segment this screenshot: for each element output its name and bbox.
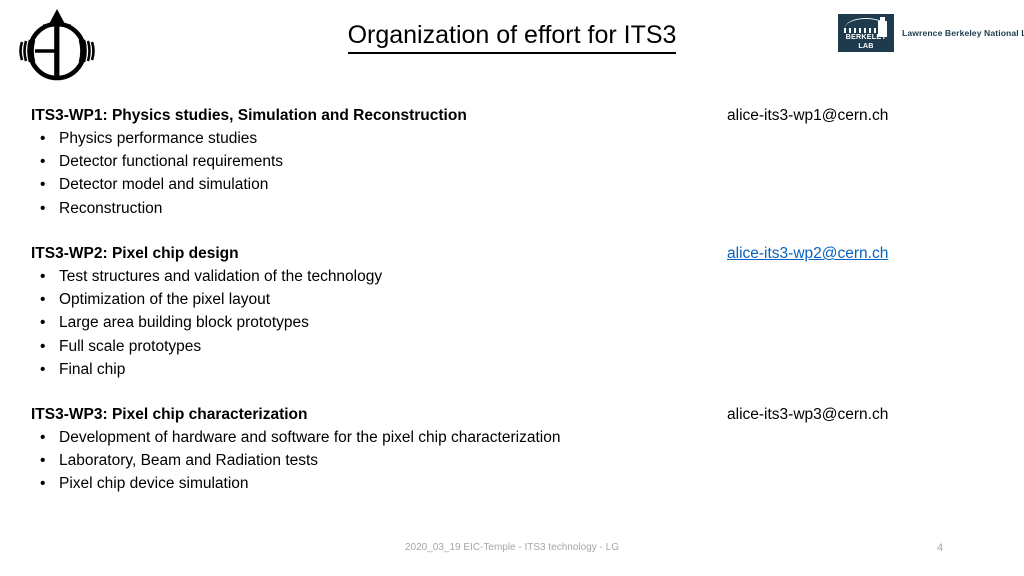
wp3-bullet-list: • Development of hardware and software fo…	[31, 426, 991, 496]
list-item-label: Detector model and simulation	[59, 176, 269, 194]
list-item: • Physics performance studies	[31, 127, 991, 150]
work-package-wp2: ITS3-WP2: Pixel chip design alice-its3-w…	[31, 242, 991, 381]
bullet-icon: •	[40, 199, 46, 217]
wp3-heading: ITS3-WP3: Pixel chip characterization al…	[31, 403, 991, 426]
wp1-heading: ITS3-WP1: Physics studies, Simulation an…	[31, 104, 991, 127]
list-item-label: Laboratory, Beam and Radiation tests	[59, 452, 319, 470]
wp2-heading-text: ITS3-WP2: Pixel chip design	[31, 245, 239, 262]
bullet-icon: •	[40, 452, 46, 470]
list-item-label: Development of hardware and software for…	[59, 429, 561, 446]
work-package-wp1: ITS3-WP1: Physics studies, Simulation an…	[31, 104, 991, 220]
slide-body: ITS3-WP1: Physics studies, Simulation an…	[0, 0, 1024, 576]
bullet-icon: •	[40, 291, 46, 309]
bullet-icon: •	[40, 314, 46, 332]
list-item: • Test structures and validation of the t…	[31, 265, 991, 288]
slide-footer-text: 2020_03_19 EIC-Temple - ITS3 technology …	[404, 542, 619, 553]
bullet-icon: •	[40, 337, 46, 355]
bullet-icon: •	[40, 153, 46, 171]
list-item-label: Detector functional requirements	[59, 153, 284, 171]
list-item: • Full scale prototypes	[31, 335, 991, 358]
wp2-bullet-list: • Test structures and validation of the t…	[31, 265, 991, 381]
bullet-icon: •	[40, 176, 46, 194]
list-item: • Large area building block prototypes	[31, 311, 991, 334]
list-item-label: Pixel chip device simulation	[59, 475, 249, 493]
list-item-label: Final chip	[59, 360, 126, 378]
bullet-icon: •	[40, 475, 46, 493]
wp1-bullet-list: • Physics performance studies • Detector f…	[31, 127, 991, 220]
bullet-icon: •	[40, 429, 46, 446]
list-item: • Detector functional requirements	[31, 150, 991, 173]
wp1-email[interactable]: alice-its3-wp1@cern.ch	[727, 104, 888, 127]
list-item: • Reconstruction	[31, 197, 991, 220]
list-item: • Detector model and simulation	[31, 173, 991, 196]
wp3-heading-text: ITS3-WP3: Pixel chip characterization	[31, 406, 308, 423]
list-item: • Optimization of the pixel layout	[31, 288, 991, 311]
bullet-icon: •	[40, 130, 46, 147]
wp2-heading: ITS3-WP2: Pixel chip design alice-its3-w…	[31, 242, 991, 265]
list-item-label: Large area building block prototypes	[59, 314, 309, 332]
wp3-email[interactable]: alice-its3-wp3@cern.ch	[727, 403, 888, 426]
list-item: • Pixel chip device simulation	[31, 472, 991, 495]
slide-page-number: 4	[936, 542, 944, 554]
work-package-wp3: ITS3-WP3: Pixel chip characterization al…	[31, 403, 991, 496]
bullet-icon: •	[40, 360, 46, 378]
list-item-label: Physics performance studies	[59, 130, 258, 147]
list-item-label: Full scale prototypes	[59, 337, 202, 355]
list-item: • Final chip	[31, 358, 991, 381]
wp1-heading-text: ITS3-WP1: Physics studies, Simulation an…	[31, 107, 467, 124]
wp2-email-link[interactable]: alice-its3-wp2@cern.ch	[727, 242, 888, 265]
list-item-label: Test structures and validation of the te…	[59, 268, 383, 285]
list-item-label: Reconstruction	[59, 199, 163, 217]
list-item: • Development of hardware and software fo…	[31, 426, 991, 449]
bullet-icon: •	[40, 268, 46, 285]
list-item: • Laboratory, Beam and Radiation tests	[31, 449, 991, 472]
list-item-label: Optimization of the pixel layout	[59, 291, 271, 309]
